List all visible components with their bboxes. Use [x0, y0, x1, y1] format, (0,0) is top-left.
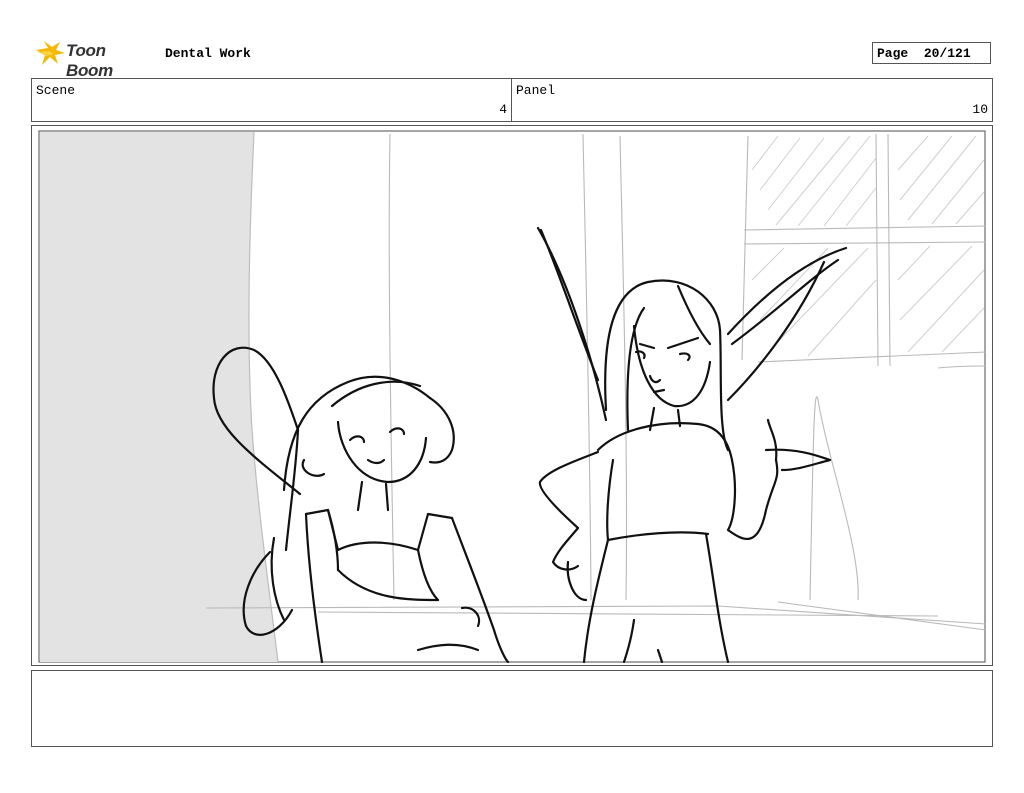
logo-wordmark: Toon Boom — [66, 41, 113, 80]
project-title: Dental Work — [165, 46, 251, 61]
scene-label: Scene — [36, 83, 76, 98]
page-label: Page — [877, 46, 909, 61]
panel-notes — [31, 670, 993, 747]
storyboard-frame — [31, 125, 993, 666]
storyboard-sketch — [38, 130, 987, 663]
panel-label: Panel — [516, 83, 556, 98]
panel-number: 10 — [972, 102, 988, 117]
panel-cell: Panel 10 — [512, 79, 992, 121]
scene-panel-row: Scene 4 Panel 10 — [31, 78, 993, 122]
scene-number: 4 — [499, 102, 507, 117]
shadow-area — [40, 132, 278, 662]
fairy-standing — [536, 226, 848, 663]
toon-boom-logo: Toon Boom — [34, 38, 156, 80]
page-indicator: Page 20/121 — [872, 42, 991, 64]
scene-cell: Scene 4 — [32, 79, 512, 121]
toon-boom-burst-icon — [36, 41, 65, 65]
page-number: 20/121 — [923, 46, 971, 61]
